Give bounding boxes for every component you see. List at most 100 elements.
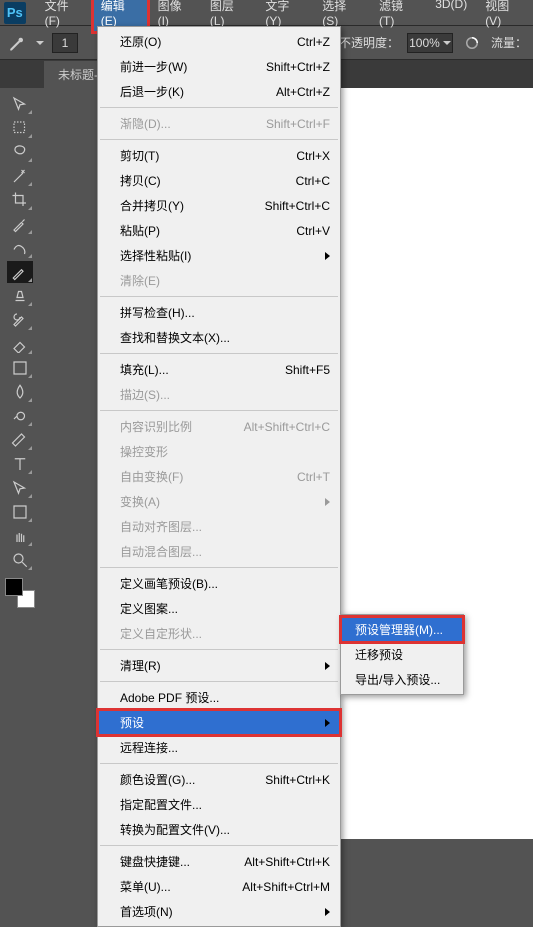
shortcut-label: Ctrl+Z: [297, 35, 330, 49]
opacity-field[interactable]: 100%: [407, 33, 453, 53]
menu-item-颜色设置(G)...[interactable]: 颜色设置(G)...Shift+Ctrl+K: [98, 767, 340, 792]
menu-item-还原(O)[interactable]: 还原(O) Ctrl+Z: [98, 29, 340, 54]
wand-tool[interactable]: [7, 165, 33, 187]
shortcut-label: Alt+Ctrl+Z: [276, 85, 330, 99]
pressure-opacity-icon[interactable]: [461, 32, 483, 54]
dodge-tool[interactable]: [7, 405, 33, 427]
canvas-area[interactable]: [335, 88, 533, 839]
move-tool[interactable]: [7, 93, 33, 115]
menu-item-内容识别比例: 内容识别比例Alt+Shift+Ctrl+C: [98, 414, 340, 439]
submenu-item-迁移预设[interactable]: 迁移预设: [341, 642, 463, 667]
menu-item-键盘快捷键...[interactable]: 键盘快捷键...Alt+Shift+Ctrl+K: [98, 849, 340, 874]
menu-item-合并拷贝(Y)[interactable]: 合并拷贝(Y)Shift+Ctrl+C: [98, 193, 340, 218]
menu-item-定义自定形状...: 定义自定形状...: [98, 621, 340, 646]
menu-item-拼写检查(H)...[interactable]: 拼写检查(H)...: [98, 300, 340, 325]
menu-item-label: 渐隐(D)...: [120, 115, 250, 132]
menu-item-指定配置文件...[interactable]: 指定配置文件...: [98, 792, 340, 817]
menu-item-label: 前进一步(W): [120, 58, 250, 75]
menu-item-填充(L)...[interactable]: 填充(L)...Shift+F5: [98, 357, 340, 382]
menu-item-定义图案...[interactable]: 定义图案...: [98, 596, 340, 621]
zoom-tool[interactable]: [7, 549, 33, 571]
menu-item-label: 预设: [120, 714, 325, 731]
separator: [100, 681, 338, 682]
shortcut-label: Ctrl+T: [297, 470, 330, 484]
gradient-tool[interactable]: [7, 357, 33, 379]
crop-tool[interactable]: [7, 189, 33, 211]
menu-item-剪切(T)[interactable]: 剪切(T)Ctrl+X: [98, 143, 340, 168]
submenu-arrow-icon: [325, 908, 330, 916]
submenu-arrow-icon: [325, 662, 330, 670]
separator: [100, 649, 338, 650]
menu-item-查找和替换文本(X)...[interactable]: 查找和替换文本(X)...: [98, 325, 340, 350]
chevron-down-icon[interactable]: [36, 41, 44, 45]
menu-文件(F)[interactable]: 文件(F): [37, 0, 91, 32]
menu-滤镜(T)[interactable]: 滤镜(T): [371, 0, 425, 32]
menu-item-label: 定义画笔预设(B)...: [120, 575, 330, 592]
path-select-tool[interactable]: [7, 477, 33, 499]
menu-item-清除(E): 清除(E): [98, 268, 340, 293]
blur-tool[interactable]: [7, 381, 33, 403]
menu-item-远程连接...[interactable]: 远程连接...: [98, 735, 340, 760]
menu-item-选择性粘贴(I)[interactable]: 选择性粘贴(I): [98, 243, 340, 268]
shortcut-label: Alt+Shift+Ctrl+K: [244, 855, 330, 869]
menu-item-渐隐(D)...: 渐隐(D)...Shift+Ctrl+F: [98, 111, 340, 136]
menu-item-label: 清理(R): [120, 657, 325, 674]
menu-item-前进一步(W)[interactable]: 前进一步(W) Shift+Ctrl+Z: [98, 54, 340, 79]
fg-swatch[interactable]: [5, 578, 23, 596]
edit-menu-dropdown: 还原(O) Ctrl+Z 前进一步(W) Shift+Ctrl+Z 后退一步(K)Alt…: [97, 26, 341, 927]
submenu-item-导出/导入预设...[interactable]: 导出/导入预设...: [341, 667, 463, 692]
brush-tool[interactable]: [7, 261, 33, 283]
preset-submenu: 预设管理器(M)...迁移预设导出/导入预设...: [340, 614, 464, 695]
separator: [100, 107, 338, 108]
menu-item-预设[interactable]: 预设: [98, 710, 340, 735]
flow-label: 流量：: [491, 34, 527, 51]
submenu-item-label: 导出/导入预设...: [355, 671, 453, 688]
separator: [100, 139, 338, 140]
menu-item-描边(S)...: 描边(S)...: [98, 382, 340, 407]
menu-item-拷贝(C)[interactable]: 拷贝(C)Ctrl+C: [98, 168, 340, 193]
menu-item-label: 自由变换(F): [120, 468, 281, 485]
history-brush-tool[interactable]: [7, 309, 33, 331]
marquee-tool[interactable]: [7, 117, 33, 139]
eraser-tool[interactable]: [7, 333, 33, 355]
brush-size-field[interactable]: 1: [52, 33, 78, 53]
separator: [100, 763, 338, 764]
pen-tool[interactable]: [7, 429, 33, 451]
stamp-tool[interactable]: [7, 285, 33, 307]
menu-item-定义画笔预设(B)...[interactable]: 定义画笔预设(B)...: [98, 571, 340, 596]
menu-item-label: 清除(E): [120, 272, 330, 289]
menu-item-label: 描边(S)...: [120, 386, 330, 403]
menu-item-后退一步(K)[interactable]: 后退一步(K)Alt+Ctrl+Z: [98, 79, 340, 104]
menu-3D(D)[interactable]: 3D(D): [427, 0, 475, 32]
shortcut-label: Shift+Ctrl+Z: [266, 60, 330, 74]
menu-item-label: 变换(A): [120, 493, 325, 510]
menu-item-转换为配置文件(V)...[interactable]: 转换为配置文件(V)...: [98, 817, 340, 842]
menu-item-label: 菜单(U)...: [120, 878, 226, 895]
shape-tool[interactable]: [7, 501, 33, 523]
lasso-tool[interactable]: [7, 141, 33, 163]
menubar: Ps 文件(F)编辑(E)图像(I)图层(L)文字(Y)选择(S)滤镜(T)3D…: [0, 0, 533, 26]
menu-item-Adobe PDF 预设...[interactable]: Adobe PDF 预设...: [98, 685, 340, 710]
menu-item-首选项(N)[interactable]: 首选项(N): [98, 899, 340, 924]
submenu-item-预设管理器(M)...[interactable]: 预设管理器(M)...: [341, 617, 463, 642]
color-swatches[interactable]: [5, 578, 35, 608]
menu-item-label: 粘贴(P): [120, 222, 280, 239]
tool-panel: [0, 88, 40, 608]
shortcut-label: Ctrl+X: [296, 149, 330, 163]
type-tool[interactable]: [7, 453, 33, 475]
shortcut-label: Ctrl+V: [296, 224, 330, 238]
menu-item-label: 远程连接...: [120, 739, 330, 756]
shortcut-label: Alt+Shift+Ctrl+M: [242, 880, 330, 894]
menu-item-label: 颜色设置(G)...: [120, 771, 249, 788]
menu-item-清理(R)[interactable]: 清理(R): [98, 653, 340, 678]
menu-item-菜单(U)...[interactable]: 菜单(U)... Alt+Shift+Ctrl+M: [98, 874, 340, 899]
hand-tool[interactable]: [7, 525, 33, 547]
menu-item-label: 定义自定形状...: [120, 625, 330, 642]
shortcut-label: Shift+F5: [285, 363, 330, 377]
menu-视图(V)[interactable]: 视图(V): [477, 0, 532, 32]
eyedropper-tool[interactable]: [7, 213, 33, 235]
heal-tool[interactable]: [7, 237, 33, 259]
menu-item-粘贴(P)[interactable]: 粘贴(P) Ctrl+V: [98, 218, 340, 243]
menu-item-label: 还原(O): [120, 33, 281, 50]
separator: [100, 353, 338, 354]
